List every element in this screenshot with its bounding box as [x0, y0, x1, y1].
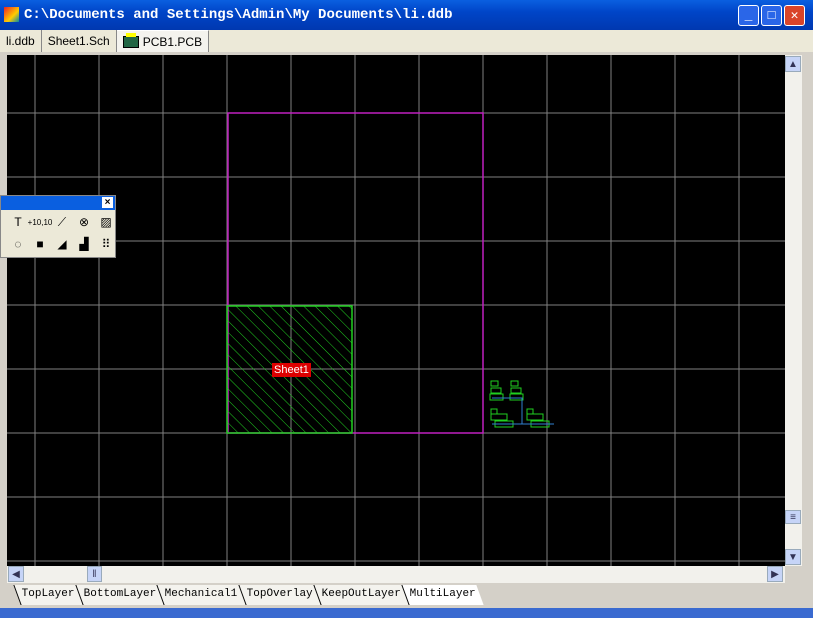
tab-sheet1-sch[interactable]: Sheet1.Sch — [42, 30, 117, 52]
sheet1-label: Sheet1 — [272, 363, 311, 377]
scroll-down-icon[interactable]: ▼ — [785, 549, 801, 565]
polygon-icon[interactable]: ◢ — [53, 235, 71, 253]
minimize-button[interactable]: _ — [738, 5, 759, 26]
layer-tab-label: TopOverlay — [246, 588, 313, 600]
layer-tab-multilayer[interactable]: MultiLayer — [401, 585, 484, 605]
split-plane-icon[interactable]: ▟ — [75, 235, 93, 253]
string-icon[interactable]: T — [9, 213, 27, 231]
maximize-button[interactable]: □ — [761, 5, 782, 26]
grid — [7, 55, 785, 566]
fill-icon[interactable]: ■ — [31, 235, 49, 253]
scroll-left-icon[interactable]: ◀ — [8, 566, 24, 582]
layer-tab-label: BottomLayer — [83, 588, 157, 600]
close-button[interactable]: ✕ — [784, 5, 805, 26]
dimension-icon[interactable]: ⟋ — [53, 213, 71, 231]
horizontal-scrollbar[interactable]: ◀ ‖ ▶ — [7, 566, 785, 583]
layer-tabs: TopLayer BottomLayer Mechanical1 TopOverlay… — [7, 585, 802, 605]
array-icon[interactable]: ⠿ — [97, 235, 115, 253]
tab-label: li.ddb — [6, 34, 35, 48]
via-mark-icon[interactable]: ⊗ — [75, 213, 93, 231]
layer-tab-label: MultiLayer — [409, 588, 476, 600]
vertical-scrollbar[interactable]: ▲ ≡ ▼ — [785, 55, 802, 566]
arc-icon[interactable]: ◌ — [9, 235, 27, 253]
pcb-icon — [122, 32, 139, 48]
window-bottom-border — [0, 608, 813, 618]
layer-tab-keepoutlayer[interactable]: KeepOutLayer — [313, 585, 409, 605]
pcb-drawing — [7, 55, 785, 566]
toolbox-close-button[interactable]: × — [102, 197, 113, 208]
tab-label: PCB1.PCB — [142, 34, 203, 49]
document-tabs: li.ddb Sheet1.Sch PCB1.PCB — [0, 30, 813, 52]
hatched-fill-icon[interactable]: ▨ — [97, 213, 115, 231]
layer-tab-topoverlay[interactable]: TopOverlay — [238, 585, 321, 605]
layer-tab-label: TopLayer — [21, 588, 75, 600]
title-bar: C:\Documents and Settings\Admin\My Docum… — [0, 0, 813, 30]
tab-li-ddb[interactable]: li.ddb — [0, 30, 42, 52]
layer-tab-label: KeepOutLayer — [321, 588, 401, 600]
layer-tab-bottomlayer[interactable]: BottomLayer — [75, 585, 165, 605]
layer-tab-label: Mechanical1 — [165, 588, 238, 600]
layer-tab-mechanical1[interactable]: Mechanical1 — [156, 585, 246, 605]
toolbox-titlebar[interactable]: × — [1, 196, 115, 210]
coordinate-icon[interactable]: +10,10 — [28, 213, 53, 231]
vertical-scroll-thumb[interactable]: ≡ — [785, 510, 801, 524]
pcb-canvas[interactable]: Sheet1 — [7, 55, 785, 566]
components[interactable] — [489, 380, 554, 428]
tab-pcb1-pcb[interactable]: PCB1.PCB — [116, 30, 210, 52]
placement-toolbox: × T +10,10 ⟋ ⊗ ▨ ◌ ■ ◢ ▟ ⠿ — [0, 195, 116, 258]
tab-label: Sheet1.Sch — [47, 34, 110, 48]
window-title: C:\Documents and Settings\Admin\My Docum… — [24, 7, 453, 23]
scroll-right-icon[interactable]: ▶ — [767, 566, 783, 582]
horizontal-scroll-thumb[interactable]: ‖ — [87, 566, 102, 582]
layer-tab-toplayer[interactable]: TopLayer — [13, 585, 83, 605]
scroll-up-icon[interactable]: ▲ — [785, 56, 801, 72]
app-icon — [4, 7, 19, 22]
